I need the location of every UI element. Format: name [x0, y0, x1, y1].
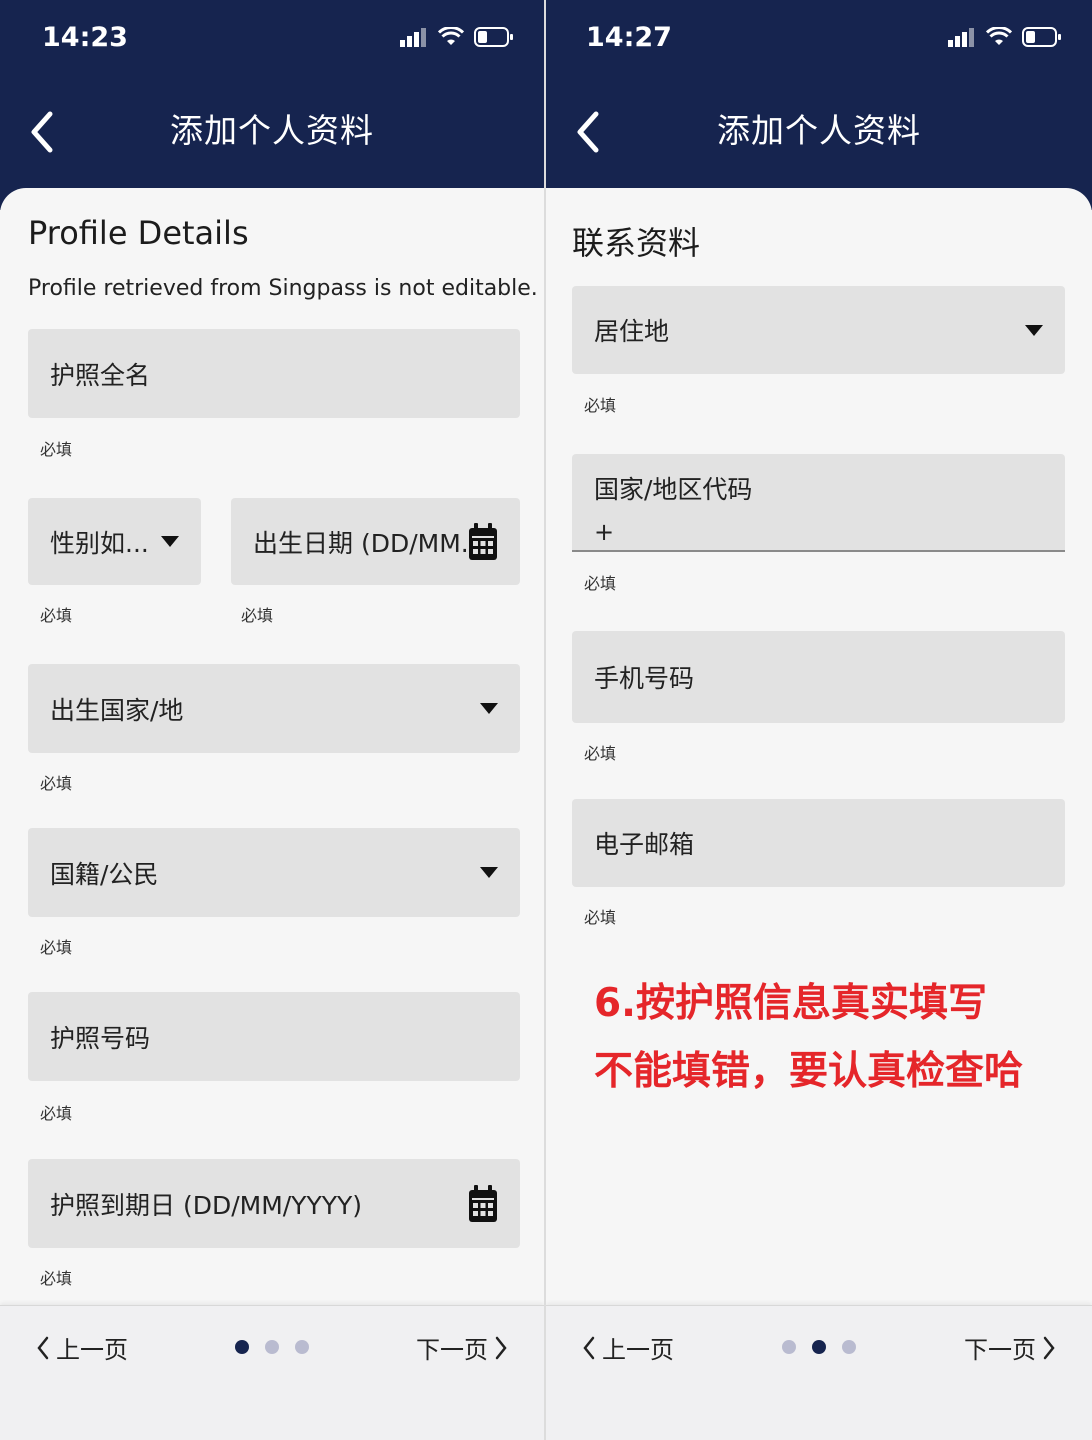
form-card: 联系资料 居住地 必填 国家/地区代码 + 必填 手机号码 必填 电子邮箱 必填…	[546, 188, 1092, 1310]
annotation-line-1: 6.按护照信息真实填写	[594, 981, 987, 1026]
status-icons	[948, 26, 1062, 48]
prev-page-label: 上一页	[602, 1336, 674, 1364]
next-page-label: 下一页	[964, 1336, 1036, 1364]
chevron-down-icon	[1025, 324, 1043, 336]
wifi-icon	[438, 27, 464, 45]
prev-page-label: 上一页	[56, 1336, 128, 1364]
calendar-icon[interactable]	[468, 1184, 498, 1223]
page-indicator	[235, 1340, 309, 1354]
prev-page-button[interactable]: 上一页	[582, 1330, 674, 1365]
field-label: 出生日期 (DD/MM...	[253, 528, 468, 558]
required-hint: 必填	[241, 606, 274, 625]
signal-icon	[400, 28, 426, 47]
chevron-down-icon	[480, 703, 498, 714]
birth-date-field[interactable]: 出生日期 (DD/MM...	[231, 498, 520, 585]
page-dot	[265, 1340, 279, 1354]
page-dot	[782, 1340, 796, 1354]
page-dot-active	[235, 1340, 249, 1354]
chevron-right-icon	[1043, 1336, 1055, 1359]
annotation-line-2: 不能填错，要认真检查哈	[594, 1049, 1024, 1094]
field-label: 国籍/公民	[50, 859, 159, 889]
field-label: 出生国家/地	[50, 695, 184, 725]
form-card: Profile Details Profile retrieved from S…	[0, 188, 544, 1310]
chevron-left-icon	[37, 1336, 49, 1359]
required-hint: 必填	[584, 574, 617, 593]
nationality-select[interactable]: 国籍/公民	[28, 828, 520, 917]
required-hint: 必填	[40, 938, 73, 957]
wifi-icon	[986, 27, 1012, 45]
required-hint: 必填	[40, 1104, 73, 1123]
field-label: 性别如...	[50, 528, 149, 558]
passport-number-field[interactable]: 护照号码	[28, 992, 520, 1081]
status-time: 14:23	[42, 22, 128, 53]
signal-icon	[948, 28, 974, 47]
birth-country-select[interactable]: 出生国家/地	[28, 664, 520, 753]
battery-icon	[1022, 27, 1061, 47]
prev-page-button[interactable]: 上一页	[36, 1330, 128, 1365]
chevron-right-icon	[495, 1336, 507, 1359]
field-label: 手机号码	[594, 664, 695, 693]
section-subtitle: Profile retrieved from Singpass is not e…	[28, 276, 538, 301]
required-hint: 必填	[40, 440, 73, 459]
country-code-field[interactable]: 国家/地区代码 +	[572, 454, 1065, 552]
email-field[interactable]: 电子邮箱	[572, 799, 1065, 887]
page-title: 添加个人资料	[170, 111, 374, 150]
field-label: 居住地	[594, 317, 670, 346]
chevron-down-icon	[161, 536, 179, 547]
page-title: 添加个人资料	[717, 111, 921, 150]
battery-icon	[474, 27, 513, 47]
residence-select[interactable]: 居住地	[572, 286, 1065, 374]
mobile-number-field[interactable]: 手机号码	[572, 631, 1065, 723]
pager-footer: 上一页 下一页	[0, 1305, 544, 1440]
country-code-prefix: +	[594, 518, 615, 546]
screen-contact-details: 14:27 添加个人资料 联系资料 居住地 必填 国家/地区代码 + 必填 手机…	[546, 0, 1092, 1440]
required-hint: 必填	[40, 1269, 73, 1288]
app-header: 14:23 添加个人资料	[0, 0, 544, 210]
field-label: 电子邮箱	[594, 830, 695, 859]
field-label: 护照全名	[50, 360, 151, 390]
app-header: 14:27 添加个人资料	[546, 0, 1092, 210]
gender-select[interactable]: 性别如...	[28, 498, 201, 585]
field-label: 护照到期日 (DD/MM/YYYY)	[50, 1190, 363, 1220]
next-page-button[interactable]: 下一页	[964, 1330, 1056, 1365]
screen-profile-details: 14:23 添加个人资料 Profile Details Profile ret…	[0, 0, 544, 1440]
required-hint: 必填	[584, 744, 617, 763]
page-dot-active	[812, 1340, 826, 1354]
calendar-icon[interactable]	[468, 522, 498, 561]
passport-expiry-field[interactable]: 护照到期日 (DD/MM/YYYY)	[28, 1159, 520, 1248]
field-label: 护照号码	[50, 1023, 151, 1053]
next-page-button[interactable]: 下一页	[416, 1330, 508, 1365]
chevron-down-icon	[480, 867, 498, 878]
status-time: 14:27	[586, 22, 672, 53]
annotation-note: 6.按护照信息真实填写 不能填错，要认真检查哈	[594, 970, 1023, 1106]
page-dot	[842, 1340, 856, 1354]
section-title: Profile Details	[28, 214, 249, 252]
status-icons	[400, 26, 514, 48]
pager-footer: 上一页 下一页	[546, 1305, 1092, 1440]
next-page-label: 下一页	[416, 1336, 488, 1364]
required-hint: 必填	[40, 606, 73, 625]
required-hint: 必填	[584, 908, 617, 927]
field-label: 国家/地区代码	[594, 475, 753, 504]
passport-name-field[interactable]: 护照全名	[28, 329, 520, 418]
chevron-left-icon	[583, 1336, 595, 1359]
required-hint: 必填	[40, 774, 73, 793]
page-dot	[295, 1340, 309, 1354]
page-indicator	[782, 1340, 856, 1354]
section-title: 联系资料	[572, 224, 701, 262]
required-hint: 必填	[584, 396, 617, 415]
screenshot-pair: 14:23 添加个人资料 Profile Details Profile ret…	[0, 0, 1092, 1440]
